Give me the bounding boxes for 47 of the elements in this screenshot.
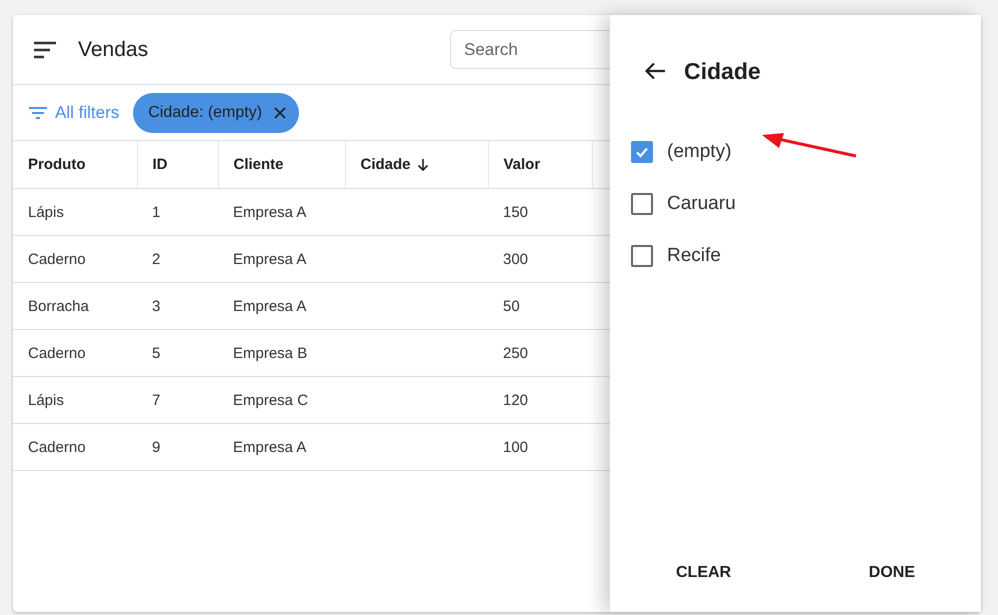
- table-cell: Caderno: [28, 344, 86, 362]
- table-cell: Lápis: [28, 392, 64, 408]
- page-title: Vendas: [78, 38, 148, 62]
- table-cell: Caderno: [28, 438, 86, 456]
- column-header[interactable]: Cidade: [360, 156, 429, 173]
- table-cell: Empresa A: [233, 438, 306, 456]
- table-cell: 5: [152, 344, 160, 362]
- panel-button[interactable]: DONE: [854, 558, 929, 588]
- table-cell: Empresa B: [233, 344, 308, 362]
- table-cell: Empresa C: [233, 392, 308, 408]
- table-cell: Empresa A: [233, 250, 306, 268]
- filter-icon: [28, 106, 48, 120]
- table-cell: Borracha: [28, 298, 89, 314]
- sort-lines-icon[interactable]: [33, 40, 57, 58]
- panel-title: Cidade: [684, 58, 761, 84]
- column-header[interactable]: Cliente: [234, 156, 284, 173]
- close-icon[interactable]: [274, 106, 286, 118]
- table-cell: 120: [503, 392, 528, 408]
- chip-label: Cidade: (empty): [148, 104, 262, 122]
- table-cell: Caderno: [28, 250, 86, 268]
- column-header[interactable]: Valor: [504, 156, 540, 173]
- sort-down-icon: [416, 158, 429, 171]
- filter-chip[interactable]: Cidade: (empty): [133, 92, 300, 132]
- table-cell: Empresa A: [233, 204, 306, 220]
- column-header[interactable]: ID: [152, 156, 168, 173]
- table-cell: Lápis: [28, 204, 64, 220]
- option-label: Recife: [667, 245, 721, 267]
- search-field[interactable]: Search: [450, 30, 610, 69]
- checkbox[interactable]: [631, 245, 653, 267]
- option-label: (empty): [667, 141, 732, 163]
- table-cell: 3: [152, 298, 160, 314]
- table-cell: 2: [152, 250, 160, 268]
- table-cell: 150: [503, 204, 528, 220]
- table-cell: 7: [152, 392, 160, 408]
- checkbox[interactable]: [631, 193, 653, 215]
- table-cell: 250: [503, 344, 528, 362]
- back-arrow-icon[interactable]: [644, 62, 666, 80]
- table-cell: 9: [152, 438, 160, 456]
- table-cell: 1: [152, 204, 160, 220]
- checkbox[interactable]: [631, 141, 653, 163]
- panel-button[interactable]: CLEAR: [662, 558, 746, 588]
- table-cell: Empresa A: [233, 298, 306, 314]
- table-cell: 50: [503, 298, 520, 314]
- table-cell: 100: [503, 438, 528, 456]
- column-header[interactable]: Produto: [28, 156, 86, 173]
- table-cell: 300: [503, 250, 528, 268]
- option-label: Caruaru: [667, 193, 736, 215]
